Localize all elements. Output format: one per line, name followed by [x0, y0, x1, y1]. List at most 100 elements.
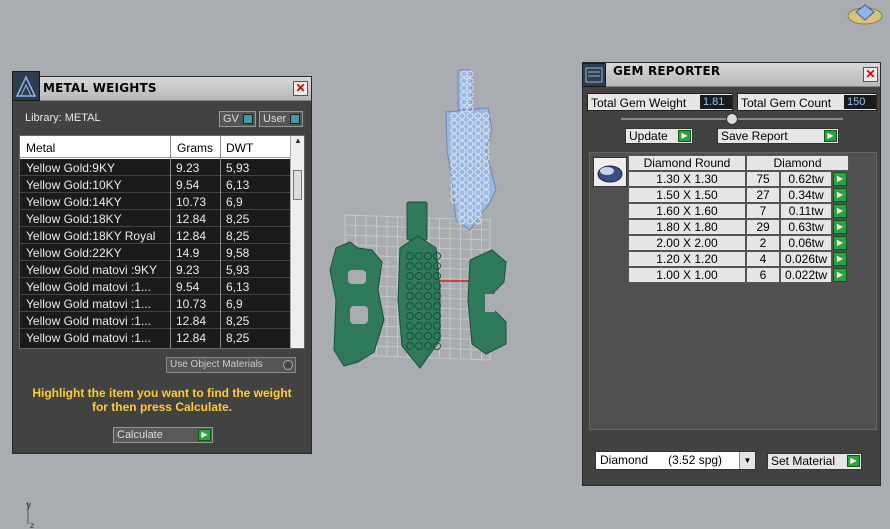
- gem-row[interactable]: 1.50 X 1.50 27 0.34tw ▶: [628, 187, 850, 203]
- cell-grams: 14.9: [176, 246, 200, 260]
- total-gem-count-value: 150: [844, 95, 876, 109]
- metal-weights-titlebar[interactable]: METAL WEIGHTS ✕: [12, 71, 311, 101]
- metal-weights-panel: METAL WEIGHTS ✕ Library: METAL GV User M…: [12, 71, 312, 454]
- gem-row[interactable]: 1.00 X 1.00 6 0.022tw ▶: [628, 267, 850, 283]
- select-arrow-icon[interactable]: ▶: [833, 268, 847, 282]
- col-dwt-header[interactable]: DWT: [226, 141, 253, 155]
- save-report-label: Save Report: [721, 129, 788, 143]
- select-arrow-icon[interactable]: ▶: [833, 172, 847, 186]
- table-row[interactable]: Yellow Gold:10KY 9.54 6,13: [20, 176, 292, 193]
- update-label: Update: [629, 129, 668, 143]
- cell-dwt: 6,13: [226, 178, 250, 192]
- cell-size: 1.00 X 1.00: [628, 267, 746, 283]
- cell-weight: 0.026tw: [780, 251, 832, 267]
- table-row[interactable]: Yellow Gold:18KY 12.84 8,25: [20, 210, 292, 227]
- gem-row[interactable]: 2.00 X 2.00 2 0.06tw ▶: [628, 235, 850, 251]
- gem-reporter-titlebar[interactable]: GEM REPORTER ✕: [582, 63, 880, 87]
- slider-knob[interactable]: [726, 113, 738, 125]
- cell-count: 7: [746, 203, 780, 219]
- cell-grams: 10.73: [176, 297, 207, 311]
- cell-dwt: 9,58: [226, 246, 250, 260]
- play-arrow-icon: ▶: [824, 130, 837, 142]
- table-row[interactable]: Yellow Gold matovi :1... 10.73 6,9: [20, 295, 292, 312]
- table-row[interactable]: Yellow Gold matovi :1... 12.84 8,25: [20, 329, 292, 346]
- total-gem-weight-label: Total Gem Weight: [591, 96, 687, 110]
- col-diamond-header: Diamond: [746, 155, 849, 171]
- scroll-thumb[interactable]: [293, 170, 302, 200]
- select-arrow-icon[interactable]: ▶: [833, 220, 847, 234]
- gem-row[interactable]: 1.80 X 1.80 29 0.63tw ▶: [628, 219, 850, 235]
- cell-size: 1.50 X 1.50: [628, 187, 746, 203]
- table-row[interactable]: Yellow Gold matovi :1... 12.84 8,25: [20, 312, 292, 329]
- gem-row[interactable]: 1.30 X 1.30 75 0.62tw ▶: [628, 171, 850, 187]
- cell-dwt: 8,25: [226, 212, 250, 226]
- axis-indicator-icon: y z: [26, 501, 34, 528]
- metal-table-header: Metal Grams DWT: [20, 136, 292, 158]
- cell-metal: Yellow Gold:10KY: [26, 178, 122, 192]
- cell-grams: 9.23: [176, 263, 200, 277]
- table-row[interactable]: Yellow Gold:22KY 14.9 9,58: [20, 244, 292, 261]
- select-arrow-icon[interactable]: ▶: [833, 188, 847, 202]
- scroll-up-icon[interactable]: ▲: [291, 136, 304, 148]
- column-divider: [170, 136, 171, 348]
- select-arrow-icon[interactable]: ▶: [833, 236, 847, 250]
- col-metal-header[interactable]: Metal: [26, 141, 55, 155]
- calculate-label: Calculate: [117, 429, 163, 441]
- material-select[interactable]: Diamond (3.52 spg) ▼: [595, 451, 756, 470]
- cell-weight: 0.11tw: [780, 203, 832, 219]
- cell-dwt: 8,25: [226, 229, 250, 243]
- total-gem-count-label: Total Gem Count: [741, 96, 832, 110]
- metal-weights-title: METAL WEIGHTS: [43, 81, 157, 95]
- gem-row[interactable]: 1.20 X 1.20 4 0.026tw ▶: [628, 251, 850, 267]
- diamond-thumbnail-icon[interactable]: [593, 157, 627, 187]
- cell-count: 4: [746, 251, 780, 267]
- cell-dwt: 6,9: [226, 195, 243, 209]
- table-row[interactable]: Yellow Gold:14KY 10.73 6,9: [20, 193, 292, 210]
- use-object-materials-toggle[interactable]: Use Object Materials: [166, 357, 296, 373]
- cell-metal: Yellow Gold matovi :1...: [26, 280, 151, 294]
- radio-icon: [283, 360, 293, 370]
- cell-size: 1.60 X 1.60: [628, 203, 746, 219]
- cell-dwt: 8,25: [226, 331, 250, 345]
- gv-toggle-icon: [243, 114, 253, 124]
- cell-dwt: 5,93: [226, 161, 250, 175]
- cell-size: 1.20 X 1.20: [628, 251, 746, 267]
- select-arrow-icon[interactable]: ▶: [833, 252, 847, 266]
- save-report-button[interactable]: Save Report ▶: [717, 128, 839, 144]
- cell-grams: 12.84: [176, 212, 207, 226]
- table-row[interactable]: Yellow Gold:18KY Royal 12.84 8,25: [20, 227, 292, 244]
- metal-table[interactable]: Metal Grams DWT Yellow Gold:9KY 9.23 5,93 Y…: [19, 135, 305, 349]
- cell-metal: Yellow Gold matovi :1...: [26, 331, 151, 345]
- cell-grams: 10.73: [176, 195, 207, 209]
- col-grams-header[interactable]: Grams: [177, 141, 213, 155]
- metal-weights-close-icon[interactable]: ✕: [293, 81, 308, 96]
- gem-row[interactable]: 1.60 X 1.60 7 0.11tw ▶: [628, 203, 850, 219]
- set-material-button[interactable]: Set Material ▶: [767, 453, 862, 470]
- calculate-button[interactable]: Calculate ▶: [113, 427, 213, 443]
- cell-metal: Yellow Gold:14KY: [26, 195, 122, 209]
- table-row[interactable]: Yellow Gold matovi :1... 9.54 6,13: [20, 278, 292, 295]
- cell-grams: 12.84: [176, 314, 207, 328]
- update-button[interactable]: Update ▶: [625, 128, 693, 144]
- axis-z-label: z: [30, 521, 34, 528]
- play-arrow-icon: ▶: [198, 429, 211, 441]
- metal-table-scrollbar[interactable]: ▲: [290, 136, 304, 348]
- gv-toggle[interactable]: GV: [219, 111, 256, 127]
- cell-size: 1.80 X 1.80: [628, 219, 746, 235]
- cell-metal: Yellow Gold:18KY: [26, 212, 122, 226]
- cell-weight: 0.022tw: [780, 267, 832, 283]
- table-row[interactable]: Yellow Gold:9KY 9.23 5,93: [20, 159, 292, 176]
- gem-slider[interactable]: [621, 113, 843, 125]
- gem-reporter-close-icon[interactable]: ✕: [863, 67, 878, 82]
- table-row[interactable]: Yellow Gold matovi :9KY 9.23 5,93: [20, 261, 292, 278]
- use-object-materials-label: Use Object Materials: [170, 359, 263, 370]
- metal-weights-app-icon: [12, 71, 40, 101]
- cell-grams: 9.54: [176, 280, 200, 294]
- user-toggle[interactable]: User: [259, 111, 303, 127]
- cell-weight: 0.06tw: [780, 235, 832, 251]
- select-arrow-icon[interactable]: ▶: [833, 204, 847, 218]
- cell-dwt: 8,25: [226, 314, 250, 328]
- chevron-down-icon[interactable]: ▼: [739, 452, 755, 469]
- set-material-label: Set Material: [771, 454, 836, 468]
- gem-reporter-title: GEM REPORTER: [613, 64, 721, 78]
